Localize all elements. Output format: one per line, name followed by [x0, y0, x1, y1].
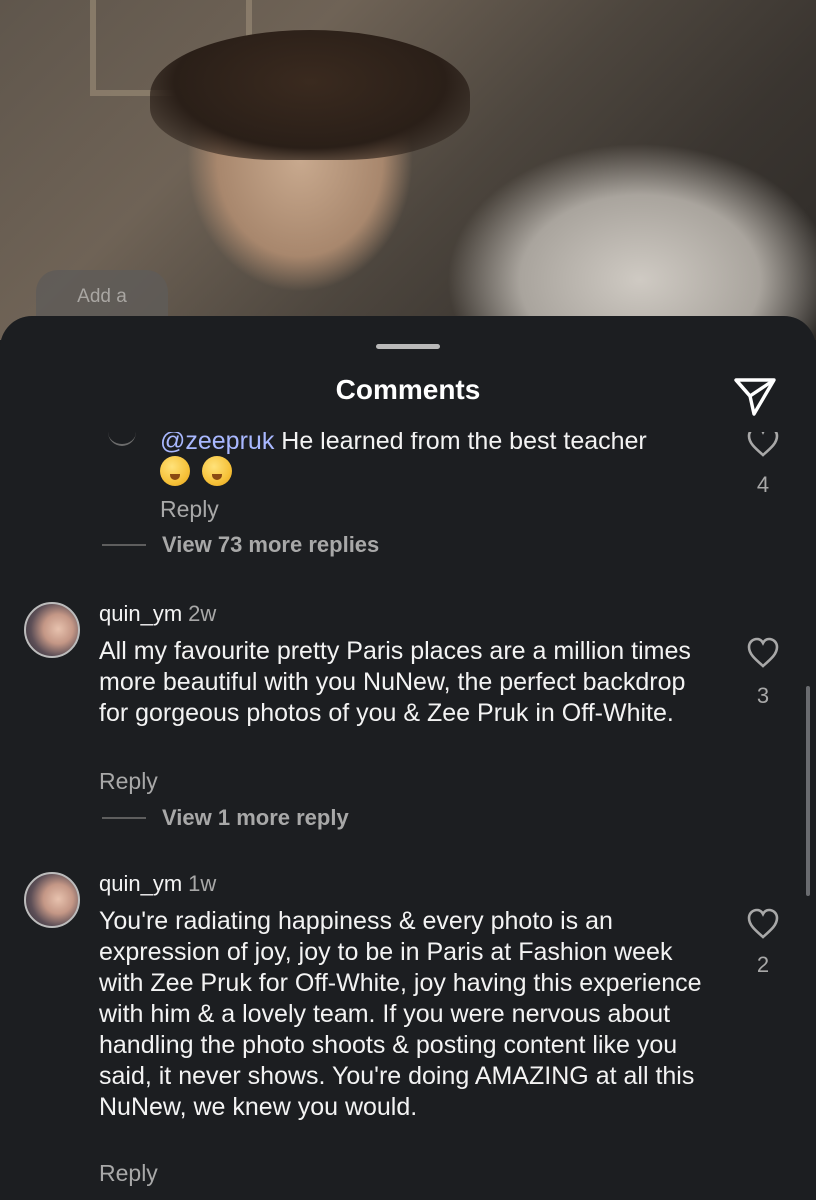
view-replies-label: View 73 more replies [162, 532, 380, 557]
comment-time: 1w [188, 871, 217, 896]
like-count: 4 [756, 472, 770, 497]
view-replies-button[interactable]: View 1 more reply [102, 805, 349, 831]
username[interactable]: quin_ym [99, 601, 182, 626]
avatar[interactable] [108, 432, 136, 446]
heart-icon[interactable] [746, 908, 780, 940]
avatar[interactable] [24, 872, 80, 928]
view-replies-button[interactable]: View 73 more replies [102, 532, 379, 558]
divider-line [102, 817, 146, 819]
like-count: 3 [756, 683, 770, 708]
comments-list[interactable]: @zeepruk He learned from the best teache… [0, 432, 816, 1200]
add-thought-label: Add a [77, 286, 127, 307]
like-count: 2 [756, 952, 770, 977]
mention-link[interactable]: @zeepruk [160, 432, 274, 455]
kissing-face-icon [202, 456, 233, 486]
scrollbar[interactable] [806, 686, 810, 896]
comment-author[interactable]: quin_ym 1w [99, 871, 216, 897]
comments-sheet: Comments @zeepruk He learned from the be… [0, 316, 816, 1200]
heart-icon[interactable] [746, 637, 780, 669]
heart-icon[interactable] [746, 432, 780, 458]
reply-button[interactable]: Reply [99, 768, 158, 795]
paper-plane-icon[interactable] [730, 370, 780, 420]
username[interactable]: quin_ym [99, 871, 182, 896]
avatar[interactable] [24, 602, 80, 658]
reply-button[interactable]: Reply [99, 1160, 158, 1187]
divider-line [102, 544, 146, 546]
sheet-title: Comments [335, 374, 481, 405]
comment-body: You're radiating happiness & every photo… [99, 907, 702, 1121]
view-replies-label: View 1 more reply [162, 805, 349, 830]
face-with-hand-over-mouth-icon [160, 456, 190, 486]
post-photo-background: Add a [0, 0, 816, 350]
comment-author[interactable]: quin_ym 2w [99, 601, 216, 627]
comment-body: All my favourite pretty Paris places are… [99, 637, 691, 727]
reply-button[interactable]: Reply [160, 496, 219, 523]
emoji-row [160, 456, 240, 486]
comment-time: 2w [188, 601, 217, 626]
sheet-grabber[interactable] [376, 344, 440, 349]
photo-subject-hair [150, 30, 470, 160]
comment-body: He learned from the best teacher [281, 432, 647, 455]
comment-text: @zeepruk He learned from the best teache… [160, 432, 720, 457]
